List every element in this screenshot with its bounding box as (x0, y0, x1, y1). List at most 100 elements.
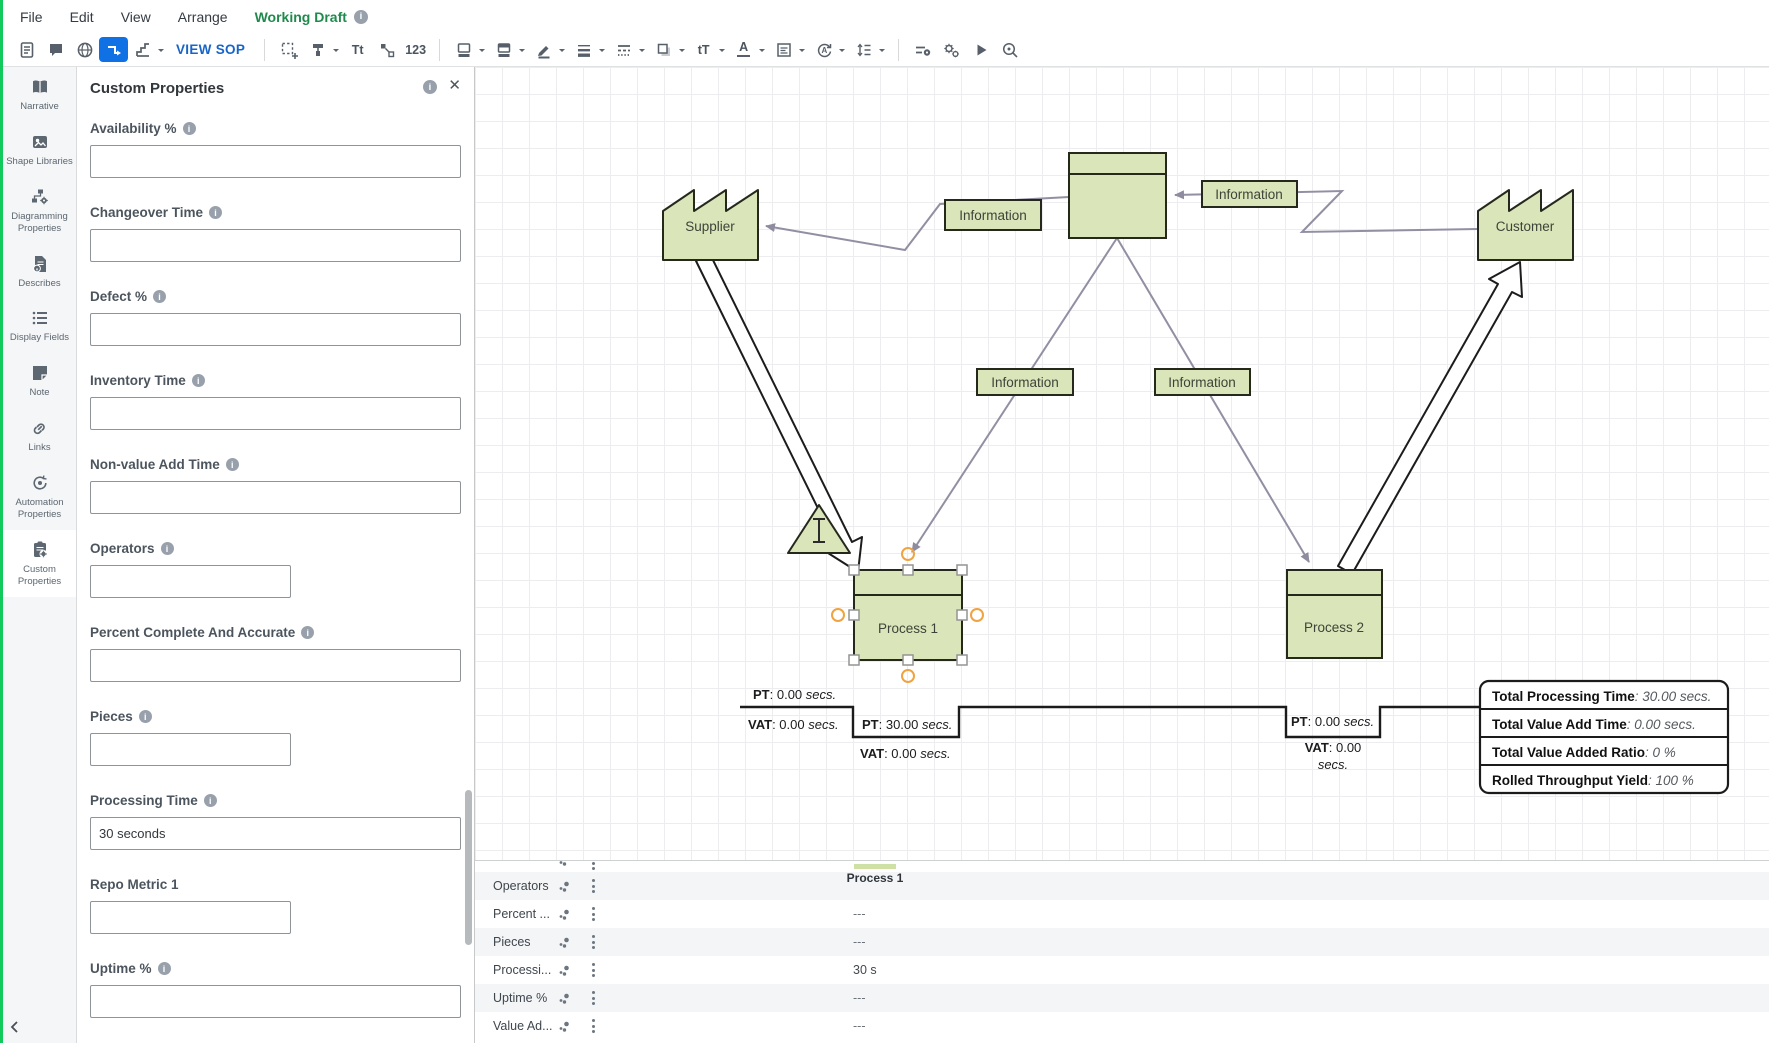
production-control-shape[interactable] (1069, 153, 1166, 238)
breakdown-icon[interactable] (558, 964, 571, 980)
breakdown-icon[interactable] (558, 908, 571, 924)
collapse-panel-chevron[interactable] (8, 1019, 22, 1040)
inventory-time-input[interactable] (90, 397, 461, 430)
operators-input[interactable] (90, 565, 291, 598)
view-sop-button[interactable]: VIEW SOP (176, 42, 245, 57)
availability-input[interactable] (90, 145, 461, 178)
breakdown-icon[interactable] (558, 880, 571, 896)
fill-color-icon[interactable] (449, 37, 478, 62)
table-column-header-process-1[interactable]: Process 1 (844, 864, 906, 885)
kebab-menu-icon[interactable] (592, 907, 596, 924)
customer-shape[interactable]: Customer (1478, 190, 1573, 260)
cell-value[interactable]: 30 s (853, 963, 877, 977)
row-label[interactable]: Processi... (493, 963, 551, 977)
globe-icon[interactable] (70, 37, 99, 62)
defect-input[interactable] (90, 313, 461, 346)
chevron-down-icon[interactable] (599, 49, 605, 55)
chevron-down-icon[interactable] (333, 49, 339, 55)
sidebar-item-links[interactable]: Links (3, 408, 76, 463)
font-color-icon[interactable]: A (729, 37, 758, 62)
chevron-down-icon[interactable] (839, 49, 845, 55)
close-icon[interactable]: ✕ (448, 76, 461, 94)
sidebar-item-note[interactable]: Note (3, 353, 76, 408)
row-label[interactable]: Percent ... (493, 907, 550, 921)
info-icon[interactable] (139, 710, 152, 723)
text-align-icon[interactable] (769, 37, 798, 62)
info-icon[interactable] (226, 458, 239, 471)
header-fill-icon[interactable] (489, 37, 518, 62)
format-painter-icon[interactable] (303, 37, 332, 62)
chart-tool-icon[interactable] (128, 37, 157, 62)
info-icon[interactable] (183, 122, 196, 135)
multi-select-icon[interactable] (274, 37, 303, 62)
info-icon[interactable] (192, 374, 205, 387)
info-icon[interactable] (209, 206, 222, 219)
cell-value[interactable]: --- (853, 1019, 866, 1033)
connector-control-to-process2[interactable] (1117, 238, 1309, 562)
sidebar-item-diagramming-properties[interactable]: Diagramming Properties (3, 177, 76, 244)
breakdown-icon[interactable] (558, 861, 571, 872)
process-2-shape[interactable]: Process 2 (1287, 570, 1382, 658)
information-box-4[interactable]: Information (1155, 369, 1250, 395)
chevron-down-icon[interactable] (759, 49, 765, 55)
sidebar-item-custom-properties[interactable]: Custom Properties (3, 530, 76, 597)
information-box-2[interactable]: Information (1202, 181, 1297, 207)
line-weight-icon[interactable] (569, 37, 598, 62)
info-icon[interactable] (354, 10, 368, 24)
zoom-area-icon[interactable] (995, 37, 1024, 62)
processing-time-input[interactable] (90, 817, 461, 850)
chevron-down-icon[interactable] (519, 49, 525, 55)
shadow-icon[interactable] (649, 37, 678, 62)
non-value-add-time-input[interactable] (90, 481, 461, 514)
line-spacing-icon[interactable] (849, 37, 878, 62)
menu-edit[interactable]: Edit (70, 9, 94, 25)
cell-value[interactable]: --- (853, 991, 866, 1005)
info-icon[interactable] (301, 626, 314, 639)
changeover-time-input[interactable] (90, 229, 461, 262)
menu-view[interactable]: View (121, 9, 151, 25)
text-style-icon[interactable]: Tt (343, 37, 372, 62)
information-box-1[interactable]: Information (945, 200, 1041, 230)
pieces-input[interactable] (90, 733, 291, 766)
breakdown-icon[interactable] (558, 992, 571, 1008)
document-icon[interactable] (12, 37, 41, 62)
connector-tool-icon[interactable] (99, 37, 128, 62)
information-box-3[interactable]: Information (977, 369, 1073, 395)
rotate-text-icon[interactable]: A (809, 37, 838, 62)
kebab-menu-icon[interactable] (592, 861, 596, 872)
working-draft-menu[interactable]: Working Draft (255, 9, 347, 25)
kebab-menu-icon[interactable] (592, 1019, 596, 1036)
chevron-down-icon[interactable] (679, 49, 685, 55)
chevron-down-icon[interactable] (559, 49, 565, 55)
kebab-menu-icon[interactable] (592, 879, 596, 896)
info-icon[interactable] (161, 542, 174, 555)
row-label[interactable]: Pieces (493, 935, 531, 949)
panel-info-icon[interactable] (423, 80, 437, 94)
repo-metric-1-input[interactable] (90, 901, 291, 934)
panel-scrollbar-thumb[interactable] (465, 790, 472, 945)
font-size-icon[interactable]: tT (689, 37, 718, 62)
automation-gears-icon[interactable] (937, 37, 966, 62)
row-label[interactable]: Operators (493, 879, 549, 893)
sidebar-item-describes[interactable]: Describes (3, 244, 76, 299)
sidebar-item-display-fields[interactable]: Display Fields (3, 298, 76, 353)
sidebar-item-narrative[interactable]: Narrative (3, 67, 76, 122)
row-label[interactable]: Uptime % (493, 991, 547, 1005)
chevron-down-icon[interactable] (479, 49, 485, 55)
chevron-down-icon[interactable] (158, 49, 164, 55)
shipment-arrow-supplier-to-process1[interactable] (696, 254, 862, 572)
breakdown-icon[interactable] (558, 936, 571, 952)
breakdown-icon[interactable] (558, 1020, 571, 1036)
connection-points-icon[interactable] (372, 37, 401, 62)
menu-arrange[interactable]: Arrange (178, 9, 228, 25)
cell-value[interactable]: --- (853, 907, 866, 921)
chevron-down-icon[interactable] (799, 49, 805, 55)
play-icon[interactable] (966, 37, 995, 62)
numbers-icon[interactable]: 123 (401, 37, 430, 62)
uptime-input[interactable] (90, 985, 461, 1018)
menu-file[interactable]: File (20, 9, 43, 25)
info-icon[interactable] (204, 794, 217, 807)
totals-summary-box[interactable]: Total Processing Time: 30.00 secs. Total… (1480, 681, 1728, 793)
kebab-menu-icon[interactable] (592, 963, 596, 980)
chevron-down-icon[interactable] (879, 49, 885, 55)
